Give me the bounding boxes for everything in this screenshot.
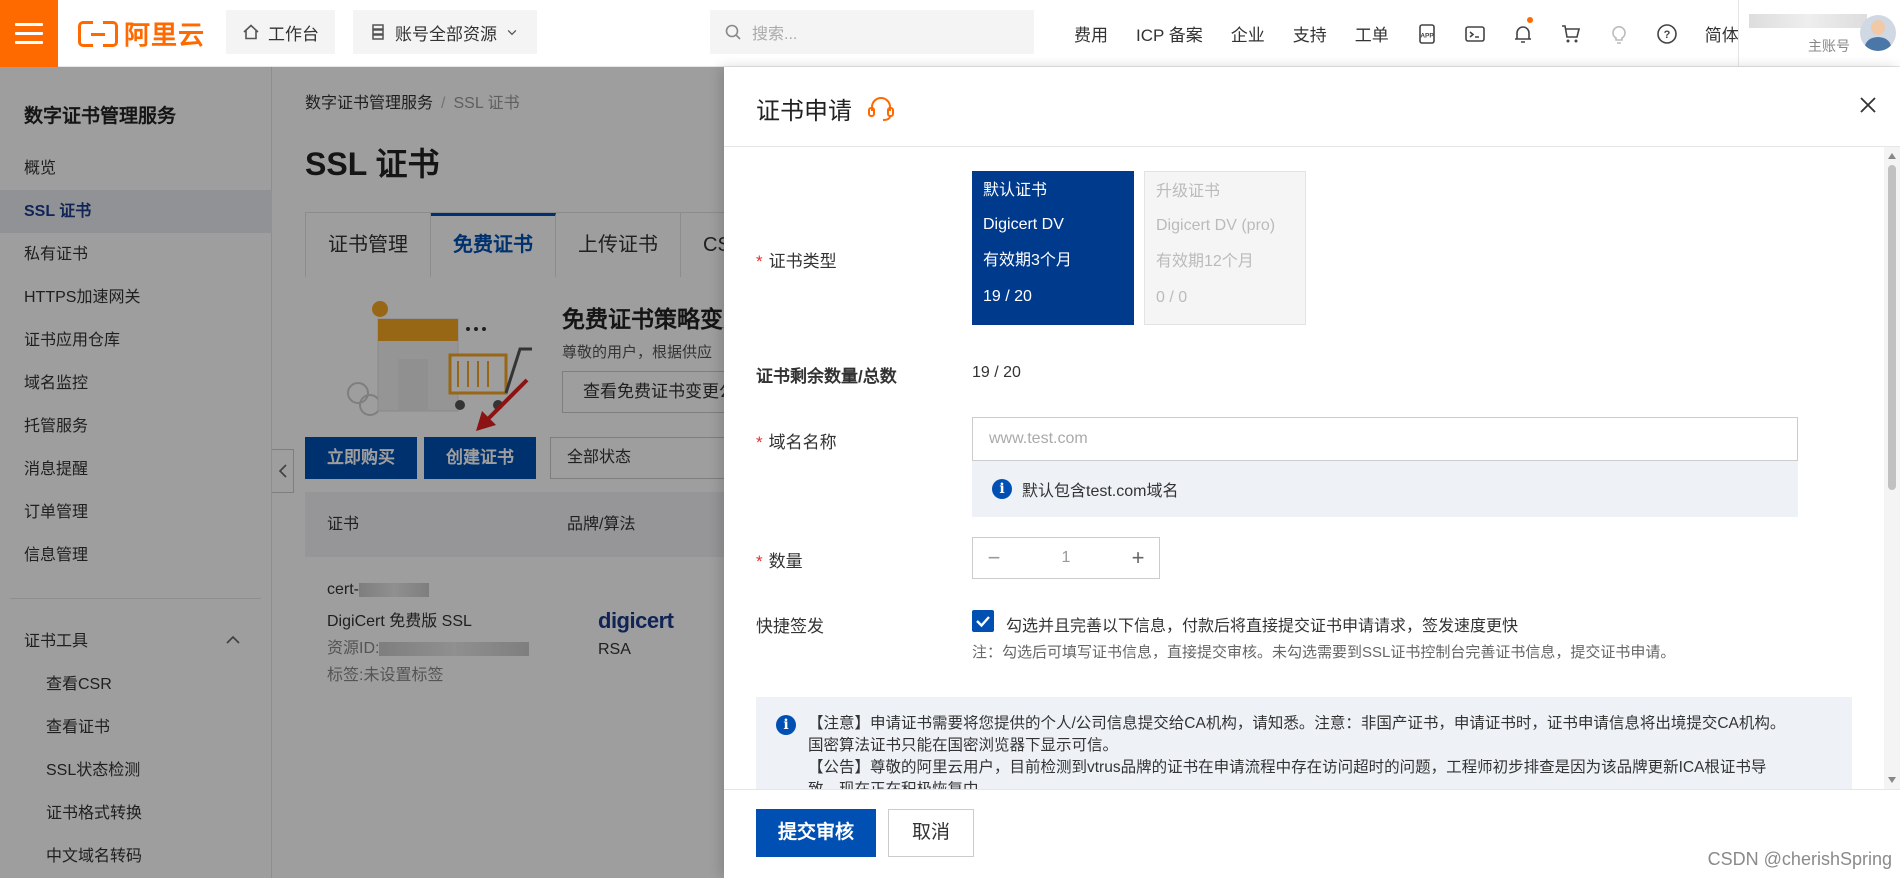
avatar[interactable] <box>1860 15 1896 51</box>
submit-button[interactable]: 提交审核 <box>756 809 876 857</box>
cart-icon[interactable] <box>1547 0 1595 67</box>
notice-line-3: 【公告】尊敬的阿里云用户，目前检测到vtrus品牌的证书在申请流程中存在访问超时… <box>808 759 1767 776</box>
quantity-label: * 数量 <box>756 552 803 571</box>
home-icon <box>243 24 259 40</box>
aliyun-logo-mark <box>78 20 118 47</box>
plus-icon[interactable]: + <box>1117 545 1159 571</box>
svg-text:APP: APP <box>1420 32 1434 39</box>
account-name-blurred <box>1749 14 1867 28</box>
cert-card-default-quota: 19 / 20 <box>983 288 1032 305</box>
cert-card-default[interactable]: 默认证书 Digicert DV 有效期3个月 19 / 20 <box>972 171 1134 325</box>
quantity-stepper[interactable]: − 1 + <box>972 537 1160 579</box>
fast-issue-label: 快捷签发 <box>756 617 824 636</box>
resources-dropdown[interactable]: 账号全部资源 <box>353 10 537 54</box>
domain-hint: i 默认包含test.com域名 <box>972 461 1798 517</box>
cert-card-upgrade-brand: Digicert DV (pro) <box>1156 217 1276 234</box>
remaining-value: 19 / 20 <box>972 364 1021 381</box>
chevron-down-icon <box>507 30 517 36</box>
resources-label: 账号全部资源 <box>395 24 497 44</box>
workbench-button[interactable]: 工作台 <box>226 10 335 54</box>
modal-overlay[interactable] <box>0 67 724 878</box>
info-icon: i <box>776 715 796 735</box>
domain-input[interactable]: www.test.com <box>972 417 1798 461</box>
cert-card-default-validity: 有效期3个月 <box>983 252 1072 269</box>
info-icon: i <box>992 479 1012 499</box>
headset-icon[interactable] <box>866 93 896 123</box>
logo-text: 阿里云 <box>124 20 206 50</box>
drawer-title: 证书申请 <box>756 98 852 125</box>
bell-icon[interactable] <box>1499 0 1547 67</box>
database-icon <box>372 24 384 40</box>
lightbulb-icon[interactable] <box>1595 0 1643 67</box>
cert-card-default-brand: Digicert DV <box>983 216 1064 233</box>
notice-line-1: 【注意】申请证书需要将您提供的个人/公司信息提交给CA机构，请知悉。注意：非国产… <box>808 715 1786 732</box>
search-placeholder: 搜索... <box>752 26 798 43</box>
fast-issue-checkbox[interactable] <box>972 610 994 632</box>
workbench-label: 工作台 <box>268 24 319 44</box>
fast-issue-note: 注：勾选后可填写证书信息，直接提交审核。未勾选需要到SSL证书控制台完善证书信息… <box>972 644 1676 661</box>
cancel-button[interactable]: 取消 <box>888 809 974 857</box>
quantity-label-text: 数量 <box>768 552 803 571</box>
nav-fees[interactable]: 费用 <box>1060 21 1122 46</box>
scroll-down-arrow[interactable] <box>1888 777 1896 783</box>
nav-ticket[interactable]: 工单 <box>1341 21 1403 46</box>
remaining-label: 证书剩余数量/总数 <box>756 367 897 386</box>
notice-line-2: 国密算法证书只能在国密浏览器下显示可信。 <box>808 737 1119 754</box>
top-bar: 阿里云 工作台 账号全部资源 搜索... 费用 ICP 备案 企业 支持 工单 … <box>0 0 1900 67</box>
check-icon <box>976 616 990 628</box>
top-nav: 费用 ICP 备案 企业 支持 工单 APP ? 简体 <box>1060 0 1753 67</box>
search-icon <box>725 24 741 40</box>
cert-card-default-name: 默认证书 <box>983 182 1048 199</box>
cert-card-upgrade-validity: 有效期12个月 <box>1156 253 1254 270</box>
nav-icp[interactable]: ICP 备案 <box>1122 21 1217 46</box>
app-icon[interactable]: APP <box>1403 0 1451 67</box>
drawer-header: 证书申请 <box>724 67 1900 147</box>
domain-label: * 域名名称 <box>756 433 837 452</box>
cert-apply-drawer: 证书申请 * 证书类型 默认证书 Digicert DV 有效期3个月 19 / … <box>724 67 1900 878</box>
close-icon[interactable] <box>1858 95 1878 115</box>
drawer-scrollbar[interactable] <box>1884 147 1900 789</box>
cert-type-label: * 证书类型 <box>756 252 837 271</box>
fast-issue-checkbox-label[interactable]: 勾选并且完善以下信息，付款后将直接提交证书申请请求，签发速度更快 <box>1006 612 1518 636</box>
nav-enterprise[interactable]: 企业 <box>1217 21 1279 46</box>
domain-label-text: 域名名称 <box>768 433 837 452</box>
nav-support[interactable]: 支持 <box>1279 21 1341 46</box>
notification-dot <box>1526 17 1533 23</box>
quantity-value[interactable]: 1 <box>1015 549 1117 567</box>
cert-card-upgrade-quota: 0 / 0 <box>1156 289 1188 306</box>
minus-icon[interactable]: − <box>973 545 1015 571</box>
scroll-thumb[interactable] <box>1888 165 1896 490</box>
account-role: 主账号 <box>1808 38 1850 54</box>
scroll-up-arrow[interactable] <box>1888 153 1896 159</box>
help-icon[interactable]: ? <box>1643 0 1691 67</box>
aliyun-logo[interactable]: 阿里云 <box>78 0 205 67</box>
account-menu[interactable]: 主账号 <box>1738 0 1900 67</box>
svg-text:?: ? <box>1663 29 1670 41</box>
search-input[interactable]: 搜索... <box>710 10 1034 54</box>
cert-card-upgrade-name: 升级证书 <box>1156 183 1221 200</box>
csdn-watermark: CSDN @cherishSpring <box>1707 849 1892 869</box>
menu-icon[interactable] <box>0 0 58 67</box>
terminal-icon[interactable] <box>1451 0 1499 67</box>
cert-card-upgrade: 升级证书 Digicert DV (pro) 有效期12个月 0 / 0 <box>1144 171 1306 325</box>
cert-type-label-text: 证书类型 <box>768 252 837 271</box>
domain-hint-text: 默认包含test.com域名 <box>1022 483 1179 500</box>
